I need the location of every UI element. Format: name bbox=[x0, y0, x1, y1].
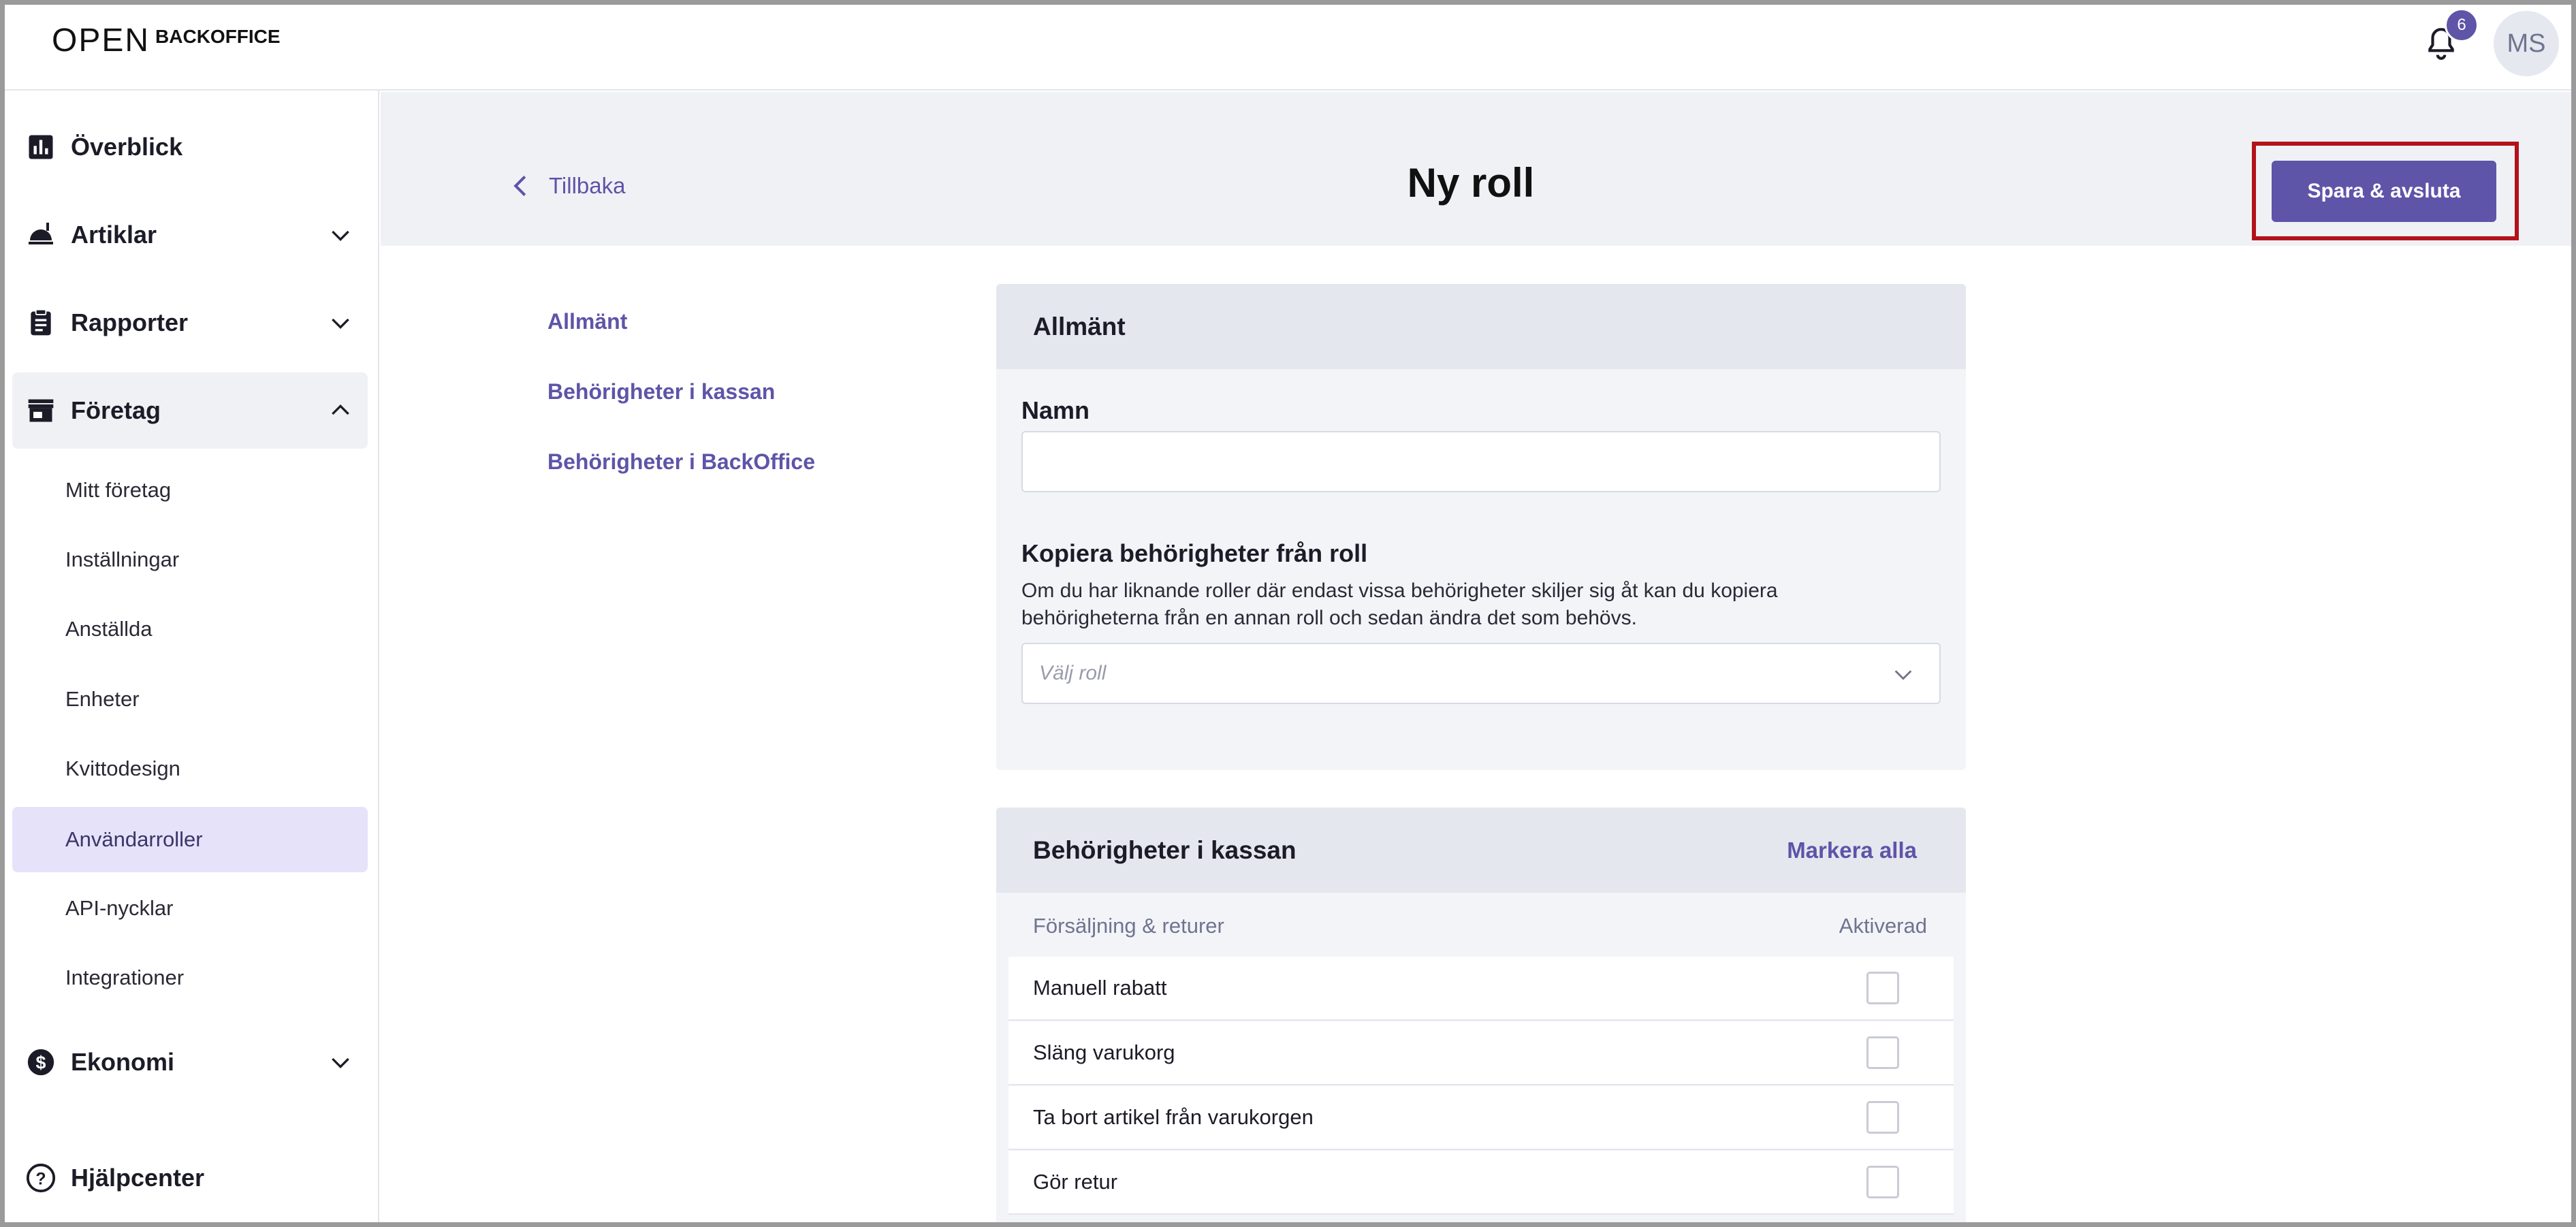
general-card-title: Allmänt bbox=[996, 284, 1966, 369]
sidebar-item-label: Rapporter bbox=[71, 308, 189, 336]
svg-text:?: ? bbox=[35, 1170, 46, 1189]
back-link[interactable]: Tillbaka bbox=[512, 173, 626, 199]
permission-checkbox[interactable] bbox=[1866, 1101, 1899, 1134]
logo-backoffice-text: BACKOFFICE bbox=[155, 26, 281, 47]
sidebar-subitem-anvandarroller[interactable]: Användarroller bbox=[12, 807, 368, 872]
chevron-left-icon bbox=[513, 175, 526, 197]
section-nav-allmant[interactable]: Allmänt bbox=[547, 309, 627, 334]
bar-chart-icon bbox=[25, 131, 57, 163]
sidebar-item-label: Företag bbox=[71, 396, 161, 424]
chevron-down-icon bbox=[1894, 670, 1912, 680]
sidebar-subitem-enheter[interactable]: Enheter bbox=[12, 667, 368, 732]
sidebar-subitem-anstallda[interactable]: Anställda bbox=[12, 596, 368, 662]
permission-group-label: Försäljning & returer bbox=[1033, 914, 1224, 938]
permission-row: Släng varukorg bbox=[1008, 1021, 1954, 1085]
sidebar-subitem-kvittodesign[interactable]: Kvittodesign bbox=[12, 736, 368, 801]
sidebar-item-ekonomi[interactable]: $ Ekonomi bbox=[12, 1024, 368, 1100]
enabled-column-label: Aktiverad bbox=[1839, 914, 1927, 938]
help-icon: ? bbox=[25, 1162, 57, 1194]
permission-row: Manuell rabatt bbox=[1008, 957, 1954, 1021]
sidebar-item-hjalpcenter[interactable]: ? Hjälpcenter bbox=[12, 1140, 368, 1216]
copy-role-help-text: Om du har liknande roller där endast vis… bbox=[1021, 579, 1778, 629]
sidebar-subitem-integrationer[interactable]: Integrationer bbox=[12, 945, 368, 1010]
notification-count-badge: 6 bbox=[2445, 8, 2479, 42]
sidebar-item-label: Ekonomi bbox=[71, 1048, 175, 1076]
page-title: Ny roll bbox=[1407, 160, 1535, 206]
chevron-down-icon bbox=[332, 318, 349, 330]
sidebar-item-artiklar[interactable]: Artiklar bbox=[12, 197, 368, 273]
sidebar-subitem-api-nycklar[interactable]: API-nycklar bbox=[12, 876, 368, 941]
pos-permissions-title: Behörigheter i kassan bbox=[1033, 835, 1297, 864]
store-icon bbox=[25, 394, 57, 427]
permission-checkbox[interactable] bbox=[1866, 1036, 1899, 1069]
permission-row: Gör retur bbox=[1008, 1151, 1954, 1215]
permission-label: Gör retur bbox=[1033, 1170, 1118, 1194]
section-nav-behorigheter-kassan[interactable]: Behörigheter i kassan bbox=[547, 379, 775, 404]
sidebar-item-overblick[interactable]: Överblick bbox=[12, 109, 368, 185]
sidebar-item-rapporter[interactable]: Rapporter bbox=[12, 285, 368, 361]
copy-role-select[interactable]: Välj roll bbox=[1021, 643, 1941, 704]
sidebar-item-label: Hjälpcenter bbox=[71, 1164, 205, 1192]
permission-label: Manuell rabatt bbox=[1033, 976, 1167, 1000]
back-label: Tillbaka bbox=[549, 173, 626, 198]
user-avatar[interactable]: MS bbox=[2494, 11, 2559, 76]
sidebar-item-foretag[interactable]: Företag bbox=[12, 372, 368, 449]
sidebar-item-label: Artiklar bbox=[71, 221, 157, 249]
permission-group-header: Försäljning & returer Aktiverad bbox=[1033, 895, 1927, 957]
sidebar-subitem-mitt-foretag[interactable]: Mitt företag bbox=[12, 458, 368, 523]
svg-text:$: $ bbox=[36, 1053, 46, 1073]
sidebar-item-label: Överblick bbox=[71, 133, 183, 161]
chevron-up-icon bbox=[332, 404, 349, 415]
name-label: Namn bbox=[1021, 396, 1090, 424]
food-tray-icon bbox=[25, 219, 57, 251]
open-backoffice-logo[interactable]: OPEN BACKOFFICE bbox=[52, 25, 281, 59]
clipboard-icon bbox=[25, 306, 57, 339]
permission-checkbox[interactable] bbox=[1866, 1166, 1899, 1198]
dollar-icon: $ bbox=[25, 1046, 57, 1079]
chevron-down-icon bbox=[332, 1057, 349, 1069]
section-nav-behorigheter-backoffice[interactable]: Behörigheter i BackOffice bbox=[547, 449, 815, 475]
permission-checkbox[interactable] bbox=[1866, 972, 1899, 1004]
pos-permissions-header: Behörigheter i kassan Markera alla bbox=[996, 808, 1966, 893]
copy-role-label: Kopiera behörigheter från roll bbox=[1021, 539, 1368, 567]
copy-role-placeholder: Välj roll bbox=[1039, 662, 1107, 684]
name-input[interactable] bbox=[1021, 431, 1941, 492]
permission-row: Ta bort artikel från varukorgen bbox=[1008, 1086, 1954, 1150]
chevron-down-icon bbox=[332, 230, 349, 242]
sidebar-subitem-installningar[interactable]: Inställningar bbox=[12, 527, 368, 592]
logo-open-text: OPEN bbox=[52, 22, 150, 59]
top-bar: OPEN BACKOFFICE 6 MS bbox=[0, 0, 2576, 91]
permission-label: Ta bort artikel från varukorgen bbox=[1033, 1105, 1314, 1129]
permission-label: Släng varukorg bbox=[1033, 1040, 1175, 1064]
mark-all-link[interactable]: Markera alla bbox=[1787, 838, 1917, 863]
save-and-exit-button[interactable]: Spara & avsluta bbox=[2272, 161, 2496, 222]
